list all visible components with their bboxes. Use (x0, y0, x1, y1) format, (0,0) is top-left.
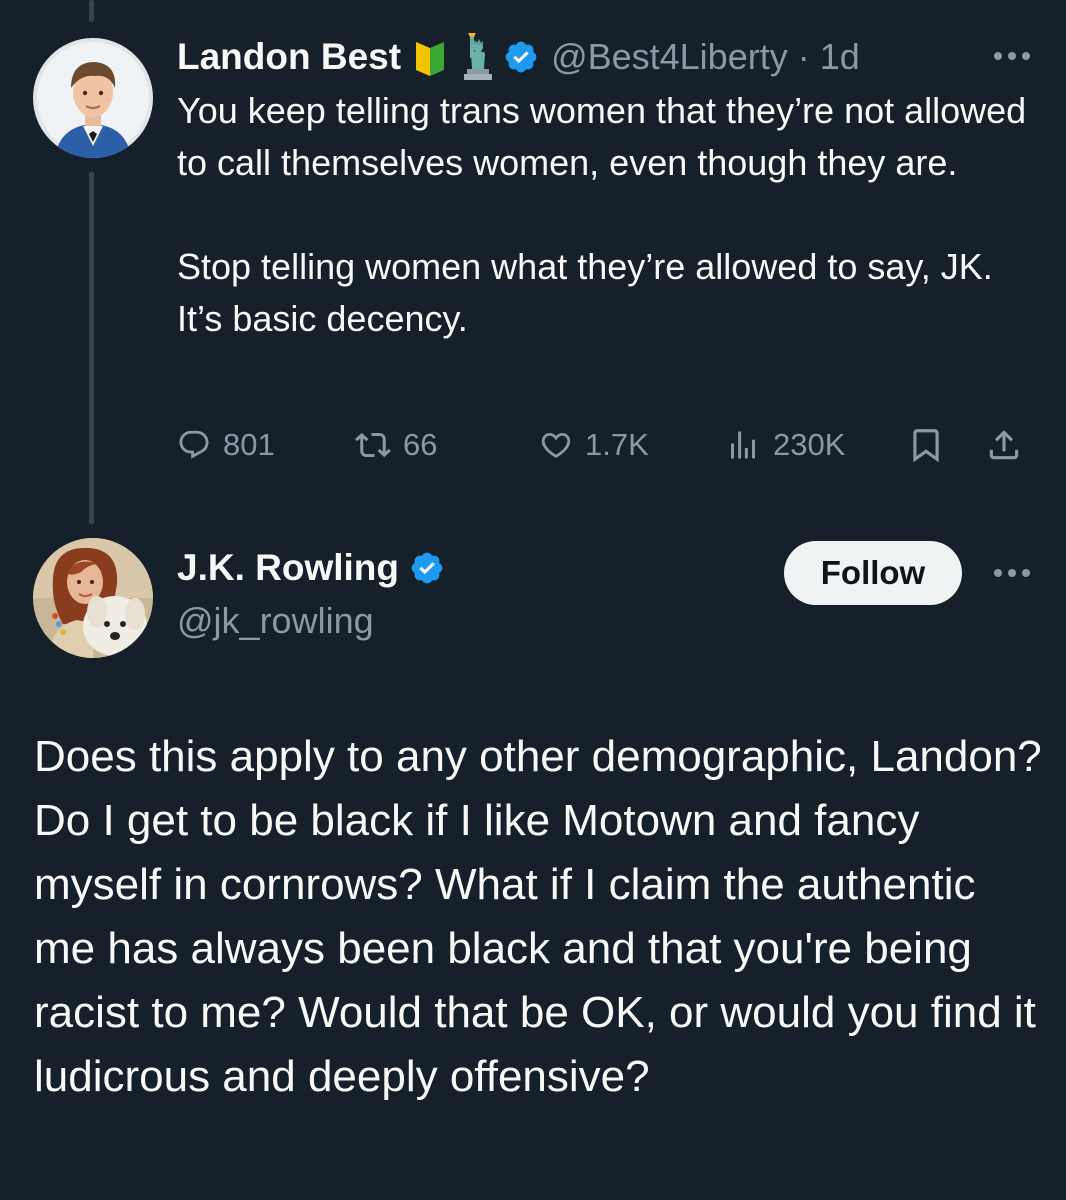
retweet-button[interactable]: 66 (355, 420, 437, 470)
tweet-action-bar: 801 66 1.7K 230K (177, 420, 1037, 470)
reply-bubble-icon (177, 428, 211, 462)
bookmark-button[interactable] (907, 420, 945, 470)
avatar-landon-best[interactable] (33, 38, 153, 158)
author-display-name[interactable]: Landon Best (177, 36, 401, 78)
tweet-text: Does this apply to any other demographic… (34, 732, 1042, 1101)
views-button[interactable]: 230K (725, 420, 845, 470)
more-horizontal-icon[interactable] (994, 46, 1030, 66)
bookmark-icon (907, 426, 945, 464)
japanese-beginner-symbol-icon (415, 37, 445, 77)
tweet-text: You keep telling trans women that they’r… (177, 85, 1037, 345)
tweet-paragraph: You keep telling trans women that they’r… (177, 90, 1027, 183)
retweet-icon (355, 427, 391, 463)
share-upload-icon (985, 426, 1023, 464)
like-button[interactable]: 1.7K (539, 420, 649, 470)
follow-button[interactable]: Follow (784, 541, 962, 605)
thread-connector-line (89, 0, 94, 22)
verified-badge-icon (503, 39, 539, 75)
avatar-jk-rowling[interactable] (33, 538, 153, 658)
reply-count: 801 (223, 427, 275, 462)
meta-separator: · (787, 36, 820, 77)
tweet-author-header: J.K. Rowling (177, 547, 445, 589)
like-count: 1.7K (585, 427, 649, 462)
tweet-thread: Landon Best @Best4Liberty · 1d You keep … (0, 0, 1066, 1200)
tweet-timestamp[interactable]: 1d (820, 36, 860, 78)
reply-button[interactable]: 801 (177, 420, 275, 470)
more-horizontal-icon[interactable] (994, 563, 1030, 583)
statue-of-liberty-icon (459, 33, 493, 81)
share-button[interactable] (985, 420, 1023, 470)
retweet-count: 66 (403, 427, 438, 462)
view-count: 230K (773, 427, 846, 462)
author-handle[interactable]: @Best4Liberty (551, 36, 788, 78)
analytics-bars-icon (725, 427, 761, 463)
heart-icon (539, 428, 573, 462)
verified-badge-icon (409, 550, 445, 586)
tweet-author-header: Landon Best @Best4Liberty · 1d (177, 30, 860, 84)
tweet-paragraph: Stop telling women what they’re allowed … (177, 246, 993, 339)
thread-connector-line (89, 172, 94, 524)
author-display-name[interactable]: J.K. Rowling (177, 547, 399, 589)
author-handle[interactable]: @jk_rowling (177, 600, 374, 642)
